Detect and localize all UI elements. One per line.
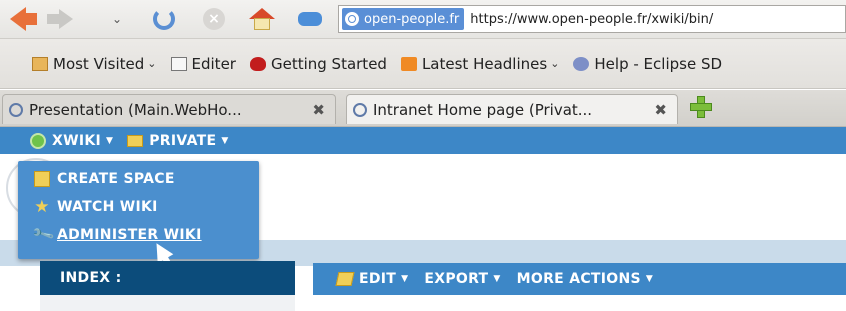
caret-down-icon: ▼ [645,274,654,284]
back-button[interactable] [2,4,37,34]
caret-down-icon: ▼ [401,274,409,284]
bookmarks-icon [298,12,322,26]
caret-down-icon: ▼ [493,274,501,284]
menu-xwiki-label: XWIKI [52,132,102,149]
forward-arrow-icon [47,9,73,29]
close-icon[interactable]: ✖ [654,101,667,119]
action-edit[interactable]: EDIT ▼ [313,271,408,287]
navigation-toolbar: ⌄ × open-people.fr https://www.open-peop… [0,0,846,39]
action-more-actions[interactable]: MORE ACTIONS ▼ [517,271,653,287]
index-panel-body [40,295,295,311]
tab-presentation[interactable]: Presentation (Main.WebHo... ✖ [2,94,336,124]
chevron-down-icon: ⌄ [550,57,560,70]
bookmark-label: Help - Eclipse SD [594,54,723,73]
firefox-icon [249,56,266,71]
bookmark-label: Latest Headlines [421,54,548,73]
globe-icon [9,102,23,117]
home-icon [249,8,275,30]
tab-intranet-home[interactable]: Intranet Home page (Privat... ✖ [346,94,678,124]
bookmarks-toolbar: Most Visited ⌄ Editer Getting Started La… [0,39,846,89]
tab-title: Intranet Home page (Privat... [373,100,593,119]
url-text[interactable]: https://www.open-people.fr/xwiki/bin/ [470,12,713,27]
bookmark-getting-started[interactable]: Getting Started [249,54,387,73]
rss-icon [400,56,417,71]
pencil-icon [335,272,355,286]
action-label: EXPORT [424,271,489,287]
globe-icon [353,102,367,117]
wrench-icon: 🔧 [30,221,57,247]
xwiki-logo-icon [30,132,46,149]
bookmark-editer[interactable]: Editer [170,54,236,73]
close-icon[interactable]: ✖ [312,101,325,119]
bookmark-most-visited[interactable]: Most Visited ⌄ [32,55,157,73]
action-label: MORE ACTIONS [516,271,641,287]
stop-icon: × [203,8,225,30]
action-export[interactable]: EXPORT ▼ [424,271,500,287]
bookmark-latest-headlines[interactable]: Latest Headlines ⌄ [400,54,560,73]
folder-icon [32,56,48,71]
eclipse-icon [573,56,590,71]
bookmark-label: Getting Started [270,54,387,73]
stop-button[interactable]: × [198,4,230,34]
menu-item-label: CREATE SPACE [57,171,175,187]
chevron-down-icon: ⌄ [111,12,123,26]
create-space-icon [34,171,50,187]
tab-title: Presentation (Main.WebHo... [29,100,242,119]
reload-button[interactable] [148,4,180,34]
menu-item-administer-wiki[interactable]: 🔧 ADMINISTER WIKI [30,221,202,247]
page-actions-bar: EDIT ▼ EXPORT ▼ MORE ACTIONS ▼ [313,263,846,295]
star-icon: ★ [34,197,50,217]
bookmark-label: Editer [191,54,236,73]
menu-item-watch-wiki[interactable]: ★ WATCH WIKI [34,197,158,217]
menu-item-label: ADMINISTER WIKI [57,227,202,243]
folder-icon [127,134,144,147]
history-dropdown-button[interactable]: ⌄ [108,4,126,34]
menu-item-label: WATCH WIKI [57,199,158,215]
page-icon [170,56,187,71]
caret-down-icon: ▼ [106,135,114,146]
url-bar[interactable]: open-people.fr https://www.open-people.f… [338,5,846,33]
action-label: EDIT [359,271,397,287]
menu-item-create-space[interactable]: CREATE SPACE [34,171,175,187]
index-panel-header: INDEX : [40,261,295,295]
xwiki-menu-bar: XWIKI ▼ PRIVATE ▼ [0,127,846,154]
back-arrow-icon [10,7,37,31]
bookmark-label: Most Visited [53,54,145,73]
menu-private[interactable]: PRIVATE ▼ [127,133,228,149]
site-identity-label: open-people.fr [364,11,460,27]
chevron-down-icon: ⌄ [147,57,157,70]
page-body [313,295,846,311]
bookmark-help-eclipse[interactable]: Help - Eclipse SD [573,55,722,73]
home-button[interactable] [246,4,278,34]
forward-button[interactable] [47,4,82,34]
reload-icon [153,8,175,30]
site-identity-button[interactable]: open-people.fr [342,8,465,30]
menu-xwiki[interactable]: XWIKI ▼ [0,132,114,149]
globe-icon [345,12,359,26]
menu-private-label: PRIVATE [149,132,217,149]
bookmarks-button[interactable] [294,4,326,34]
xwiki-dropdown-menu: CREATE SPACE ★ WATCH WIKI 🔧 ADMINISTER W… [18,161,259,259]
tab-strip: Presentation (Main.WebHo... ✖ Intranet H… [0,90,846,127]
new-tab-plus-icon[interactable] [690,96,712,118]
caret-down-icon: ▼ [221,135,229,146]
index-label: INDEX : [60,270,122,286]
